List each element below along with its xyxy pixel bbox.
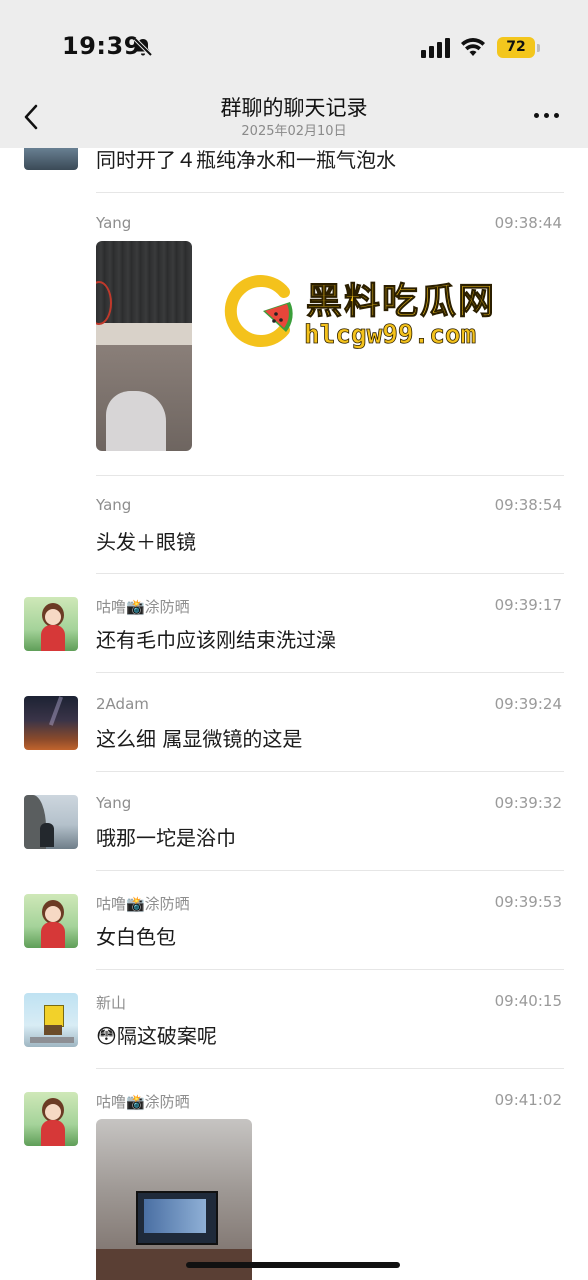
page-title: 群聊的聊天记录 bbox=[220, 96, 368, 120]
message-time: 09:38:54 bbox=[494, 496, 562, 514]
list-item[interactable]: Yang 09:39:32 哦那一坨是浴巾 bbox=[0, 772, 588, 871]
message-text: 女白色包 bbox=[96, 925, 176, 949]
signal-icon bbox=[421, 38, 450, 58]
message-time: 09:41:02 bbox=[494, 1091, 562, 1109]
sender-name: Yang bbox=[96, 496, 132, 514]
status-bar: 19:39 72 bbox=[0, 0, 588, 92]
avatar[interactable] bbox=[24, 993, 78, 1047]
avatar[interactable] bbox=[24, 1092, 78, 1146]
sender-name: 2Adam bbox=[96, 695, 149, 713]
avatar[interactable] bbox=[24, 795, 78, 849]
message-text: 还有毛巾应该刚结束洗过澡 bbox=[96, 628, 336, 652]
watermark-title: 黑料吃瓜网 bbox=[305, 281, 497, 323]
sender-name: 新山 bbox=[96, 994, 127, 1012]
list-item[interactable]: 同时开了４瓶纯净水和一瓶气泡水 bbox=[0, 148, 588, 194]
watermark-logo-icon bbox=[224, 275, 293, 347]
avatar[interactable] bbox=[24, 894, 78, 948]
watermark: 黑料吃瓜网 hlcgw99.com bbox=[224, 268, 514, 358]
image-message[interactable] bbox=[96, 1119, 252, 1280]
sender-name: 咕噜📸涂防晒 bbox=[96, 1093, 190, 1111]
bell-slash-icon bbox=[133, 37, 153, 57]
avatar bbox=[24, 148, 78, 170]
page-subtitle: 2025年02月10日 bbox=[241, 124, 347, 139]
list-item[interactable]: 咕噜📸涂防晒 09:39:17 还有毛巾应该刚结束洗过澡 bbox=[0, 574, 588, 673]
message-text: 头发＋眼镜 bbox=[96, 530, 196, 554]
list-item[interactable]: 咕噜📸涂防晒 09:39:53 女白色包 bbox=[0, 871, 588, 970]
battery-indicator: 72 bbox=[497, 37, 540, 58]
home-indicator[interactable] bbox=[186, 1262, 400, 1268]
sender-name: Yang bbox=[96, 214, 132, 232]
message-time: 09:39:17 bbox=[494, 596, 562, 614]
message-time: 09:39:32 bbox=[494, 794, 562, 812]
avatar[interactable] bbox=[24, 696, 78, 750]
message-time: 09:39:53 bbox=[494, 893, 562, 911]
message-text: 哦那一坨是浴巾 bbox=[96, 826, 236, 850]
message-text: 同时开了４瓶纯净水和一瓶气泡水 bbox=[96, 148, 396, 172]
message-time: 09:40:15 bbox=[494, 992, 562, 1010]
watermark-url: hlcgw99.com bbox=[304, 320, 477, 351]
message-time: 09:39:24 bbox=[494, 695, 562, 713]
message-text: 😳隔这破案呢 bbox=[96, 1024, 217, 1048]
wifi-icon bbox=[461, 38, 485, 56]
nav-bar: 群聊的聊天记录 2025年02月10日 bbox=[0, 92, 588, 148]
avatar[interactable] bbox=[24, 597, 78, 651]
more-icon[interactable] bbox=[532, 104, 562, 124]
sender-name: Yang bbox=[96, 794, 132, 812]
message-time: 09:38:44 bbox=[494, 214, 562, 232]
list-item[interactable]: 咕噜📸涂防晒 09:41:02 bbox=[0, 1069, 588, 1280]
image-message[interactable] bbox=[96, 241, 192, 451]
list-item[interactable]: 2Adam 09:39:24 这么细 属显微镜的这是 bbox=[0, 673, 588, 772]
message-text: 这么细 属显微镜的这是 bbox=[96, 727, 303, 751]
list-item[interactable]: Yang 09:38:54 头发＋眼镜 bbox=[0, 476, 588, 574]
status-time: 19:39 bbox=[62, 32, 141, 60]
divider bbox=[96, 192, 564, 193]
sender-name: 咕噜📸涂防晒 bbox=[96, 598, 190, 616]
list-item[interactable]: 新山 09:40:15 😳隔这破案呢 bbox=[0, 970, 588, 1069]
sender-name: 咕噜📸涂防晒 bbox=[96, 895, 190, 913]
